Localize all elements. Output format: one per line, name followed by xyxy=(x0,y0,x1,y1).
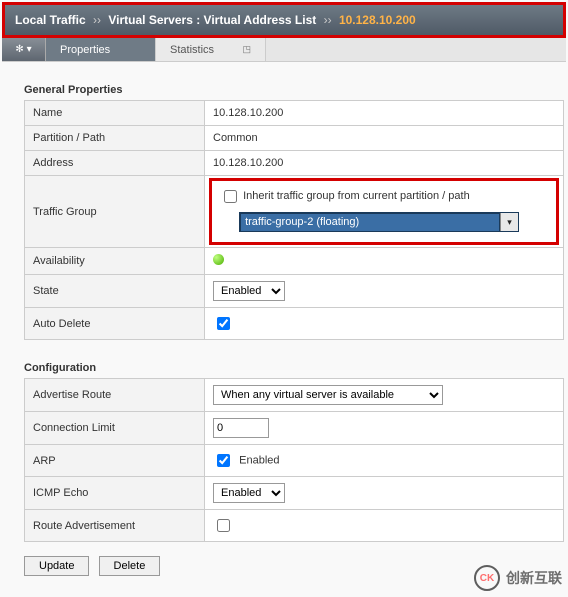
watermark: CK 创新互联 xyxy=(474,565,562,591)
tab-properties[interactable]: Properties xyxy=(46,38,156,61)
content-area: General Properties Name 10.128.10.200 Pa… xyxy=(0,62,568,596)
update-button[interactable]: Update xyxy=(24,556,89,576)
inherit-traffic-group-label[interactable]: Inherit traffic group from current parti… xyxy=(220,190,470,202)
traffic-group-highlight: Inherit traffic group from current parti… xyxy=(209,178,559,245)
gear-icon: ✻ ▾ xyxy=(15,44,31,55)
tab-label: Properties xyxy=(60,44,110,56)
row-label-traffic-group: Traffic Group xyxy=(25,176,205,248)
row-label-route-advertisement: Route Advertisement xyxy=(25,510,205,542)
tab-bar: ✻ ▾ Properties Statistics ◳ xyxy=(2,38,566,62)
row-value-partition: Common xyxy=(205,126,564,151)
breadcrumb-sep: ›› xyxy=(324,13,332,27)
configuration-table: Advertise Route When any virtual server … xyxy=(24,378,564,542)
row-label-partition: Partition / Path xyxy=(25,126,205,151)
route-advertisement-checkbox[interactable] xyxy=(217,519,230,532)
tab-label: Statistics xyxy=(170,44,214,56)
chevron-down-icon: ▾ xyxy=(500,213,518,231)
watermark-logo: CK xyxy=(474,565,500,591)
general-properties-table: Name 10.128.10.200 Partition / Path Comm… xyxy=(24,100,564,340)
row-label-name: Name xyxy=(25,101,205,126)
icmp-echo-select[interactable]: Enabled xyxy=(213,483,285,503)
breadcrumb-sep: ›› xyxy=(93,13,101,27)
row-label-address: Address xyxy=(25,151,205,176)
row-label-connection-limit: Connection Limit xyxy=(25,412,205,445)
row-label-arp: ARP xyxy=(25,445,205,477)
section-title-configuration: Configuration xyxy=(24,362,568,374)
row-label-auto-delete: Auto Delete xyxy=(25,308,205,340)
breadcrumb-part-2[interactable]: Virtual Servers : Virtual Address List xyxy=(108,13,316,27)
breadcrumb: Local Traffic ›› Virtual Servers : Virtu… xyxy=(2,2,566,38)
breadcrumb-part-1[interactable]: Local Traffic xyxy=(15,13,86,27)
popout-icon: ◳ xyxy=(242,44,251,55)
gear-menu[interactable]: ✻ ▾ xyxy=(2,38,46,61)
auto-delete-checkbox[interactable] xyxy=(217,317,230,330)
row-label-state: State xyxy=(25,275,205,308)
state-select[interactable]: Enabled xyxy=(213,281,285,301)
breadcrumb-active: 10.128.10.200 xyxy=(339,13,416,27)
row-label-icmp-echo: ICMP Echo xyxy=(25,477,205,510)
row-label-advertise-route: Advertise Route xyxy=(25,379,205,412)
row-label-availability: Availability xyxy=(25,248,205,275)
advertise-route-select[interactable]: When any virtual server is available xyxy=(213,385,443,405)
connection-limit-input[interactable] xyxy=(213,418,269,438)
traffic-group-select-wrap[interactable]: traffic-group-2 (floating) ▾ xyxy=(239,212,519,232)
row-value-name: 10.128.10.200 xyxy=(205,101,564,126)
delete-button[interactable]: Delete xyxy=(99,556,161,576)
arp-checkbox[interactable] xyxy=(217,454,230,467)
tab-statistics[interactable]: Statistics ◳ xyxy=(156,38,266,61)
row-value-traffic-group: Inherit traffic group from current parti… xyxy=(205,176,564,248)
row-value-availability xyxy=(205,248,564,275)
traffic-group-select[interactable]: traffic-group-2 (floating) xyxy=(240,213,500,232)
row-value-address: 10.128.10.200 xyxy=(205,151,564,176)
status-available-icon xyxy=(213,254,224,265)
watermark-text: 创新互联 xyxy=(506,568,562,588)
section-title-general: General Properties xyxy=(24,84,568,96)
inherit-text: Inherit traffic group from current parti… xyxy=(243,190,470,202)
arp-enabled-text: Enabled xyxy=(239,454,279,466)
inherit-checkbox[interactable] xyxy=(224,190,237,203)
